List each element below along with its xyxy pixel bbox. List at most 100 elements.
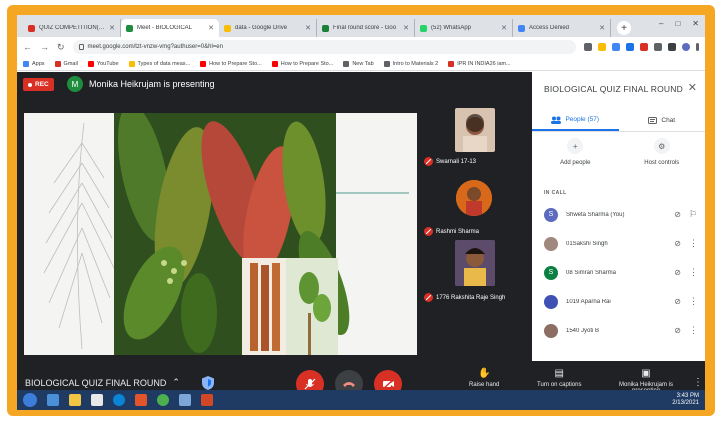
bookmark-item[interactable]: Types of data meas... [128, 60, 190, 67]
maximize-icon[interactable]: □ [675, 19, 680, 28]
chrome-icon[interactable] [157, 394, 169, 406]
pin-icon[interactable]: ⚐ [689, 209, 697, 220]
bookmarks-bar: Apps Gmail YouTube Types of data meas... How… [17, 57, 705, 71]
add-people-button[interactable]: + Add people [532, 138, 619, 178]
edge-icon[interactable] [113, 394, 125, 406]
bookmark-label: YouTube [96, 60, 119, 67]
participant-tile[interactable]: Rashmi Sharma [421, 180, 532, 240]
file-explorer-icon[interactable] [69, 394, 81, 406]
browser-tab[interactable]: Meet - BIOLOGICAL ✕ [121, 19, 219, 37]
more-options-icon[interactable]: ⋮ [693, 377, 703, 388]
participant-label: Swarnali 17-13 [424, 157, 476, 166]
windows-taskbar: 3:43 PM 2/13/2021 [17, 390, 705, 410]
browser-tab[interactable]: data - Google Drive ✕ [219, 19, 317, 37]
extension-icon[interactable] [626, 43, 634, 51]
tab-chat[interactable]: Chat [619, 110, 706, 131]
reload-icon[interactable]: ↻ [57, 42, 65, 53]
bookmark-item[interactable]: Gmail [54, 60, 78, 67]
raise-hand-button[interactable]: ✋ Raise hand [469, 368, 500, 389]
lock-icon [78, 44, 84, 50]
more-options-icon[interactable]: ⋮ [689, 325, 698, 336]
window-icon[interactable] [179, 394, 191, 406]
mic-off-icon [424, 227, 433, 236]
shield-icon[interactable] [201, 375, 215, 391]
close-panel-icon[interactable]: ✕ [688, 81, 697, 94]
extensions-area [584, 43, 699, 51]
tab-people-label: People (57) [565, 116, 600, 123]
participant-row[interactable]: S Shweta Sharma (You) ⊘ ⚐ [532, 200, 705, 229]
more-options-icon[interactable]: ⋮ [689, 296, 698, 307]
bookmark-item[interactable]: YouTube [87, 60, 119, 67]
more-options-icon[interactable]: ⋮ [689, 267, 698, 278]
cast-icon[interactable] [584, 43, 592, 51]
system-clock[interactable]: 3:43 PM 2/13/2021 [672, 393, 699, 407]
new-tab-button[interactable]: + [617, 21, 631, 35]
internet-explorer-icon[interactable] [47, 394, 59, 406]
brave-icon[interactable] [135, 394, 147, 406]
participant-tile[interactable]: 1776 Rakshita Raje Singh [421, 240, 532, 304]
profile-avatar[interactable] [682, 43, 690, 51]
participant-row[interactable]: 1019 Aparna Rai ⊘ ⋮ [532, 287, 705, 316]
browser-tab[interactable]: QUIZ COMPETITION(UG) ✕ [23, 19, 121, 37]
bookmark-label: How to Prepare Sto... [280, 60, 334, 67]
participant-label: Rashmi Sharma [424, 227, 479, 236]
participant-row[interactable]: 1540 Jyoti B ⊘ ⋮ [532, 316, 705, 345]
extension-icon[interactable] [612, 43, 620, 51]
host-controls-button[interactable]: ⚙ Host controls [619, 138, 706, 178]
captions-label: Turn on captions [537, 382, 582, 388]
extension-icon[interactable] [654, 43, 662, 51]
close-tab-icon[interactable]: ✕ [208, 24, 214, 32]
tab-title: (52) WhatsApp [431, 25, 472, 31]
raise-hand-icon: ✋ [477, 368, 491, 379]
bookmark-item[interactable]: Apps [23, 60, 45, 67]
browser-tab[interactable]: (52) WhatsApp ✕ [415, 19, 513, 37]
bookmark-favicon-icon [343, 60, 350, 67]
url-text: meet.google.com/tzt-vnzw-vmg?authuser=0&… [87, 44, 223, 50]
bookmark-label: Apps [32, 60, 45, 67]
bookmark-item[interactable]: IPR IN INDIA26 iam... [448, 60, 511, 67]
close-tab-icon[interactable]: ✕ [305, 24, 311, 32]
host-controls-icon: ⚙ [653, 138, 670, 154]
more-options-icon[interactable]: ⋮ [689, 238, 698, 249]
bookmark-item[interactable]: New Tab [343, 60, 374, 67]
minimize-icon[interactable]: – [659, 19, 663, 28]
mic-muted-icon: ⊘ [674, 239, 681, 248]
bookmark-favicon-icon [383, 60, 390, 67]
bookmark-item[interactable]: How to Prepare Sto... [200, 60, 262, 67]
participant-tile[interactable]: Swarnali 17-13 [421, 108, 532, 168]
presenter-text: Monika Heikrujam is presenting [89, 79, 215, 89]
media-player-icon[interactable] [91, 394, 103, 406]
participant-row[interactable]: S 08 Simran Sharma ⊘ ⋮ [532, 258, 705, 287]
meeting-details-button[interactable]: BIOLOGICAL QUIZ FINAL ROUND ⌃ [25, 377, 180, 388]
bookmark-favicon-icon [23, 60, 29, 67]
close-tab-icon[interactable]: ✕ [501, 24, 507, 32]
participant-name: Shweta Sharma (You) [566, 211, 625, 218]
menu-icon[interactable] [696, 43, 699, 51]
mic-off-icon [424, 293, 433, 302]
back-arrow-icon[interactable]: ← [23, 42, 32, 52]
close-tab-icon[interactable]: ✕ [109, 24, 115, 32]
puzzle-icon[interactable] [668, 43, 676, 51]
star-icon[interactable] [598, 43, 606, 51]
close-tab-icon[interactable]: ✕ [403, 24, 409, 32]
bookmark-label: New Tab [352, 60, 374, 67]
browser-tab[interactable]: Final round score - Goo ✕ [317, 19, 415, 37]
raise-hand-label: Raise hand [469, 382, 500, 388]
captions-button[interactable]: ▤ Turn on captions [537, 369, 582, 389]
extension-icon[interactable] [640, 43, 648, 51]
tab-people[interactable]: People (57) [532, 110, 619, 131]
close-tab-icon[interactable]: ✕ [599, 24, 605, 32]
close-window-icon[interactable]: ✕ [692, 19, 699, 28]
forward-arrow-icon[interactable]: → [40, 42, 49, 52]
tab-favicon-icon [518, 24, 525, 32]
tab-title: Final round score - Goo [333, 25, 397, 31]
participant-row[interactable]: 01Sakshi Singh ⊘ ⋮ [532, 229, 705, 258]
start-button[interactable] [23, 393, 37, 407]
participant-list: S Shweta Sharma (You) ⊘ ⚐ 01Sakshi Singh ⊘ ⋮ S 0… [532, 200, 705, 345]
powerpoint-icon[interactable] [201, 394, 213, 406]
address-bar[interactable]: meet.google.com/tzt-vnzw-vmg?authuser=0&… [72, 40, 576, 54]
browser-tab[interactable]: Access Denied ✕ [513, 19, 611, 37]
bookmark-item[interactable]: How to Prepare Sto... [271, 60, 334, 67]
bookmark-item[interactable]: Intro to Materials 2 [383, 60, 438, 67]
meet-stage: REC M Monika Heikrujam is presenting Swa… [17, 72, 532, 361]
